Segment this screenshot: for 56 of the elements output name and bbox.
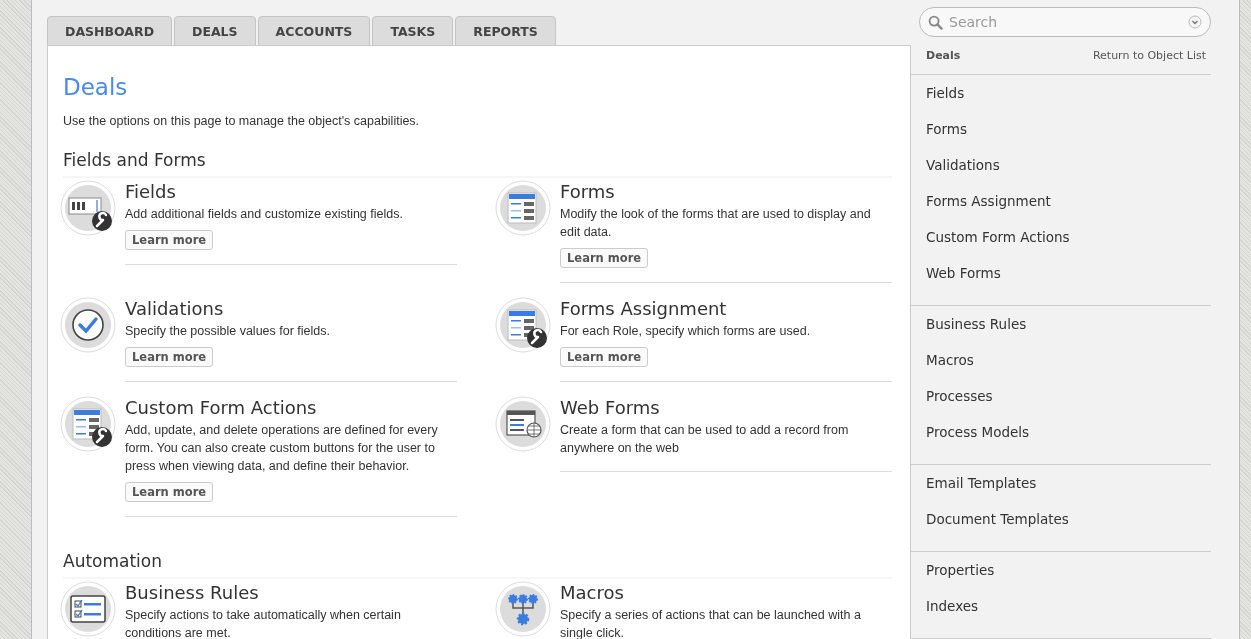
sidebar-item[interactable]: Web Forms (926, 263, 1211, 299)
card-title: Web Forms (560, 397, 660, 418)
sidebar-item[interactable]: Email Templates (926, 473, 1211, 509)
search-input[interactable]: Search (949, 14, 1182, 30)
sidebar-item[interactable]: Fields (926, 83, 1211, 119)
learn-more-button[interactable]: Learn more (560, 248, 649, 268)
sidebar-item[interactable]: Validations (926, 155, 1211, 191)
card-title: Custom Form Actions (125, 397, 317, 418)
sidebar-item[interactable]: Document Templates (926, 509, 1211, 545)
object-name: Deals (926, 49, 961, 62)
page-description: Use the options on this page to manage the object's capabilities. (63, 114, 421, 128)
learn-more-button[interactable]: Learn more (125, 230, 214, 250)
card-description: Add additional fields and customize existing fields. (125, 206, 403, 223)
form-wrench-icon (60, 396, 116, 452)
sidebar-item[interactable]: Forms Assignment (926, 191, 1211, 227)
card-title: Validations (125, 298, 224, 319)
card-description: Specify a series of actions that can be launched with a single click. (560, 607, 862, 639)
dropdown-icon[interactable] (1188, 15, 1202, 29)
card-description: Specify the possible values for fields. (125, 323, 330, 340)
form-wrench-icon (495, 297, 551, 353)
sidebar-item[interactable]: Macros (926, 350, 1211, 386)
card-title: Business Rules (125, 582, 259, 603)
search-icon (928, 14, 943, 30)
tab[interactable]: DASHBOARD (47, 16, 172, 46)
learn-more-button[interactable]: Learn more (125, 482, 214, 502)
return-link[interactable]: Return to Object List (1092, 49, 1206, 62)
card-title: Forms Assignment (560, 298, 727, 319)
form-icon (495, 180, 551, 236)
tab[interactable]: REPORTS (455, 16, 556, 46)
checkmark-icon (60, 297, 116, 353)
sidebar-item[interactable]: Custom Form Actions (926, 227, 1211, 263)
search-field[interactable]: Search (919, 7, 1211, 37)
sidebar-item[interactable]: Processes (926, 386, 1211, 422)
learn-more-button[interactable]: Learn more (560, 347, 649, 367)
card-description: Add, update, and delete operations are defined for every form. You can also create custom buttons for the user to press when viewing data, and define their behavior. (125, 422, 439, 475)
web-form-globe-icon (495, 396, 551, 452)
section-heading: Automation (63, 551, 892, 579)
tab[interactable]: TASKS (372, 16, 454, 46)
card-description: For each Role, specify which forms are used. (560, 323, 811, 340)
sidebar-item[interactable]: Forms (926, 119, 1211, 155)
sidebar-item[interactable]: Properties (926, 560, 1211, 596)
page-title: Deals (63, 74, 129, 100)
learn-more-button[interactable]: Learn more (125, 347, 214, 367)
text-field-wrench-icon (60, 180, 116, 236)
sidebar-item[interactable]: Indexes (926, 596, 1211, 632)
tab[interactable]: ACCOUNTS (257, 16, 371, 46)
card-description: Specify actions to take automatically when certain conditions are met. (125, 607, 402, 639)
card-title: Fields (125, 181, 176, 202)
sidebar-item[interactable]: Business Rules (926, 314, 1211, 350)
section-heading: Fields and Forms (63, 150, 892, 178)
sidebar-item[interactable]: Process Models (926, 422, 1211, 458)
card-description: Create a form that can be used to add a record from anywhere on the web (560, 422, 850, 457)
tab[interactable]: DEALS (174, 16, 256, 46)
card-title: Forms (560, 181, 615, 202)
card-description: Modify the look of the forms that are used to display and edit data. (560, 206, 872, 241)
card-title: Macros (560, 582, 624, 603)
